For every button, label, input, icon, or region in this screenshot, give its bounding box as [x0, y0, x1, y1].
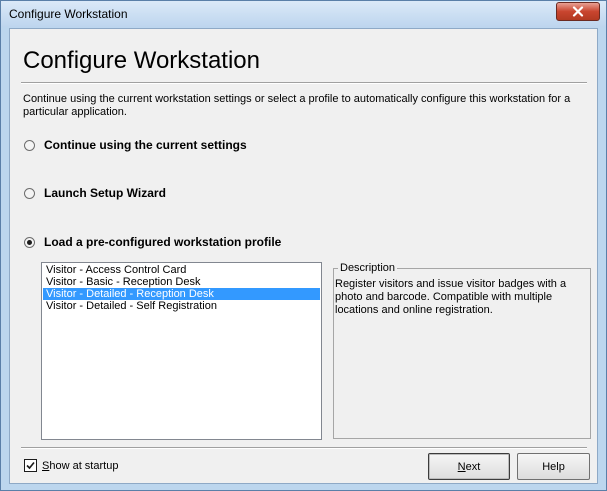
label-rest: ext — [465, 460, 481, 473]
description-legend: Description — [338, 262, 398, 274]
profile-listbox[interactable]: Visitor - Access Control Card Visitor - … — [41, 262, 322, 440]
list-item[interactable]: Visitor - Access Control Card — [43, 264, 320, 276]
heading-divider — [21, 82, 587, 84]
list-item[interactable]: Visitor - Detailed - Self Registration — [43, 300, 320, 312]
description-text: Register visitors and issue visitor badg… — [335, 278, 567, 316]
show-at-startup-option[interactable]: Show at startup — [24, 459, 118, 472]
footer-divider — [21, 447, 587, 449]
dialog-client-area: Configure Workstation Continue using the… — [9, 28, 598, 484]
radio-load-profile[interactable] — [24, 236, 35, 248]
checkmark-icon — [26, 461, 35, 470]
title-bar[interactable]: Configure Workstation — [1, 1, 606, 27]
label-rest: how at startup — [49, 459, 119, 472]
help-button[interactable]: Help — [517, 453, 590, 480]
option-load-profile[interactable]: Load a pre-configured workstation profil… — [24, 235, 281, 249]
list-item[interactable]: Visitor - Detailed - Reception Desk — [43, 288, 320, 300]
radio-continue-current[interactable] — [24, 139, 35, 151]
list-item[interactable]: Visitor - Basic - Reception Desk — [43, 276, 320, 288]
mnemonic: N — [457, 460, 466, 473]
option-label: Continue using the current settings — [44, 138, 247, 152]
close-button[interactable] — [556, 2, 600, 21]
intro-text: Continue using the current workstation s… — [23, 93, 571, 118]
next-button[interactable]: Next — [428, 453, 510, 480]
window-title: Configure Workstation — [9, 7, 128, 21]
show-at-startup-label: Show at startup — [42, 460, 118, 472]
description-group: Description Register visitors and issue … — [333, 262, 591, 439]
option-continue-current[interactable]: Continue using the current settings — [24, 138, 247, 152]
show-at-startup-checkbox[interactable] — [24, 459, 37, 472]
option-label: Load a pre-configured workstation profil… — [44, 235, 282, 249]
option-launch-wizard[interactable]: Launch Setup Wizard — [24, 186, 166, 200]
dialog-window: Configure Workstation Configure Workstat… — [0, 0, 607, 491]
option-label: Launch Setup Wizard — [44, 186, 166, 200]
radio-launch-wizard[interactable] — [24, 187, 35, 199]
page-title: Configure Workstation — [23, 47, 260, 74]
close-icon — [572, 6, 584, 17]
